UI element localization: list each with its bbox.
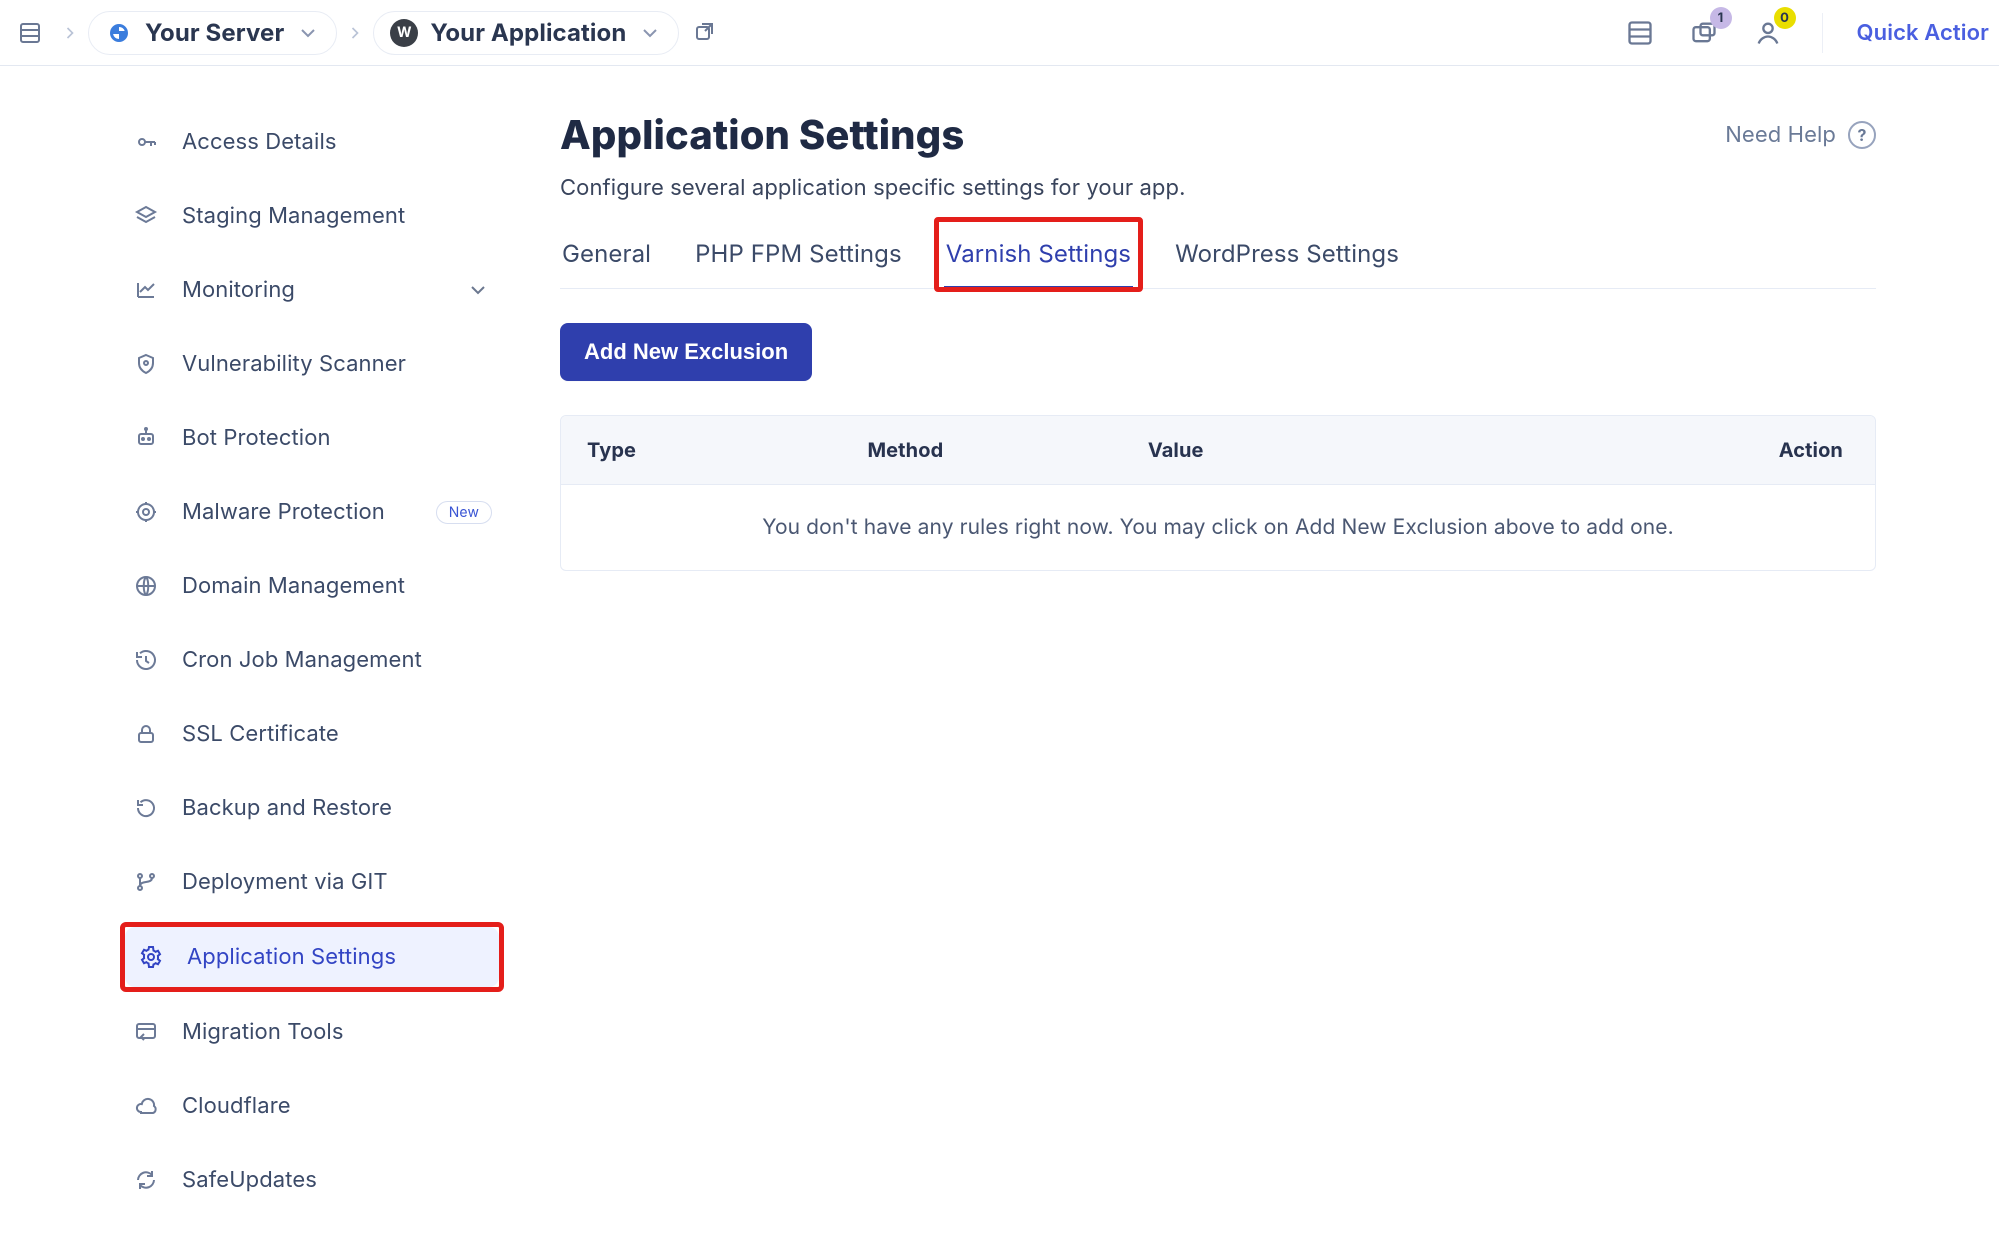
th-type: Type — [587, 438, 867, 462]
page-subtitle: Configure several application specific s… — [560, 175, 1876, 201]
sidebar-item-domain-management[interactable]: Domain Management — [120, 556, 504, 616]
sidebar-item-label: Staging Management — [182, 203, 405, 229]
new-badge: New — [436, 501, 492, 524]
sidebar-item-application-settings[interactable]: Application Settings — [125, 927, 499, 987]
projects-icon[interactable]: 1 — [1684, 13, 1724, 53]
highlight-frame-sidebar: Application Settings — [120, 922, 504, 992]
toolbar: Add New Exclusion — [560, 323, 1876, 381]
cloud-icon — [132, 1094, 160, 1118]
history-icon — [132, 648, 160, 672]
robot-icon — [132, 426, 160, 450]
sidebar-item-cron-job-management[interactable]: Cron Job Management — [120, 630, 504, 690]
account-icon[interactable]: 0 — [1748, 13, 1788, 53]
refresh-icon — [132, 1168, 160, 1192]
sidebar-item-label: Monitoring — [182, 277, 295, 303]
sidebar-item-bot-protection[interactable]: Bot Protection — [120, 408, 504, 468]
sidebar-item-backup-and-restore[interactable]: Backup and Restore — [120, 778, 504, 838]
sidebar-item-malware-protection[interactable]: Malware Protection New — [120, 482, 504, 542]
need-help[interactable]: Need Help ? — [1725, 121, 1876, 149]
sidebar-item-migration-tools[interactable]: Migration Tools — [120, 1002, 504, 1062]
chart-icon — [132, 278, 160, 302]
sidebar-item-label: Migration Tools — [182, 1019, 344, 1045]
th-method: Method — [867, 438, 1147, 462]
layers-icon — [132, 204, 160, 228]
list-icon[interactable] — [1620, 13, 1660, 53]
globe-icon — [132, 574, 160, 598]
tab-php-fpm-settings[interactable]: PHP FPM Settings — [693, 225, 904, 288]
sidebar-item-label: Malware Protection — [182, 499, 385, 525]
need-help-label: Need Help — [1725, 122, 1836, 148]
breadcrumb: Your Server W Your Application — [8, 11, 723, 55]
add-new-exclusion-button[interactable]: Add New Exclusion — [560, 323, 812, 381]
account-badge: 0 — [1774, 7, 1796, 29]
tab-varnish-settings[interactable]: Varnish Settings — [944, 225, 1133, 289]
sidebar-item-label: Deployment via GIT — [182, 869, 388, 895]
sidebar-item-ssl-certificate[interactable]: SSL Certificate — [120, 704, 504, 764]
topbar-right: 1 0 Quick Actior — [1620, 13, 1989, 53]
sidebar-item-cloudflare[interactable]: Cloudflare — [120, 1076, 504, 1136]
sidebar-item-label: SSL Certificate — [182, 721, 339, 747]
quick-action[interactable]: Quick Actior — [1857, 20, 1989, 46]
sidebar-item-label: SafeUpdates — [182, 1167, 317, 1193]
sidebar-item-label: Domain Management — [182, 573, 405, 599]
chevron-down-icon — [638, 21, 662, 45]
sidebar-item-label: Cron Job Management — [182, 647, 422, 673]
sidebar-item-safeupdates[interactable]: SafeUpdates — [120, 1150, 504, 1210]
sidebar-item-label: Application Settings — [187, 944, 396, 970]
tab-wordpress-settings[interactable]: WordPress Settings — [1173, 225, 1401, 288]
table-empty-message: You don't have any rules right now. You … — [561, 484, 1875, 570]
sidebar-item-label: Access Details — [182, 129, 337, 155]
app-crumb[interactable]: W Your Application — [373, 11, 679, 55]
chevron-right-icon — [345, 21, 365, 45]
sidebar-item-label: Backup and Restore — [182, 795, 392, 821]
tabs: General PHP FPM Settings Varnish Setting… — [560, 225, 1876, 289]
topbar: Your Server W Your Application 1 — [0, 0, 1999, 66]
chevron-down-icon — [296, 21, 320, 45]
table-header: Type Method Value Action — [561, 416, 1875, 484]
migrate-icon — [132, 1020, 160, 1044]
help-icon: ? — [1848, 121, 1876, 149]
app-name: Your Application — [430, 18, 626, 47]
lock-icon — [132, 722, 160, 746]
main-content: Application Settings Need Help ? Configu… — [520, 66, 1940, 611]
sidebar-item-vulnerability-scanner[interactable]: Vulnerability Scanner — [120, 334, 504, 394]
gear-icon — [137, 945, 165, 969]
sidebar-item-label: Vulnerability Scanner — [182, 351, 406, 377]
sidebar-item-monitoring[interactable]: Monitoring — [120, 260, 504, 320]
sidebar-item-label: Bot Protection — [182, 425, 331, 451]
wordpress-icon: W — [390, 19, 418, 47]
tab-general[interactable]: General — [560, 225, 653, 288]
server-provider-icon — [105, 19, 133, 47]
th-value: Value — [1148, 438, 1615, 462]
sidebar-item-deployment-via-git[interactable]: Deployment via GIT — [120, 852, 504, 912]
grid-icon[interactable] — [8, 11, 52, 55]
target-icon — [132, 500, 160, 524]
git-branch-icon — [132, 870, 160, 894]
shield-scan-icon — [132, 352, 160, 376]
server-name: Your Server — [145, 18, 284, 47]
exclusions-table: Type Method Value Action You don't have … — [560, 415, 1876, 571]
sidebar-item-label: Cloudflare — [182, 1093, 291, 1119]
divider — [1822, 13, 1823, 53]
sidebar: Access Details Staging Management Monito… — [0, 66, 520, 1250]
page-title: Application Settings — [560, 110, 964, 159]
page: Access Details Staging Management Monito… — [0, 66, 1999, 1250]
th-action: Action — [1615, 438, 1849, 462]
projects-badge: 1 — [1710, 7, 1732, 29]
sidebar-item-staging-management[interactable]: Staging Management — [120, 186, 504, 246]
server-crumb[interactable]: Your Server — [88, 11, 337, 55]
sidebar-item-access-details[interactable]: Access Details — [120, 112, 504, 172]
restore-icon — [132, 796, 160, 820]
key-icon — [132, 130, 160, 154]
chevron-down-icon — [466, 278, 490, 302]
chevron-right-icon — [60, 21, 80, 45]
open-external-icon[interactable] — [687, 15, 723, 51]
